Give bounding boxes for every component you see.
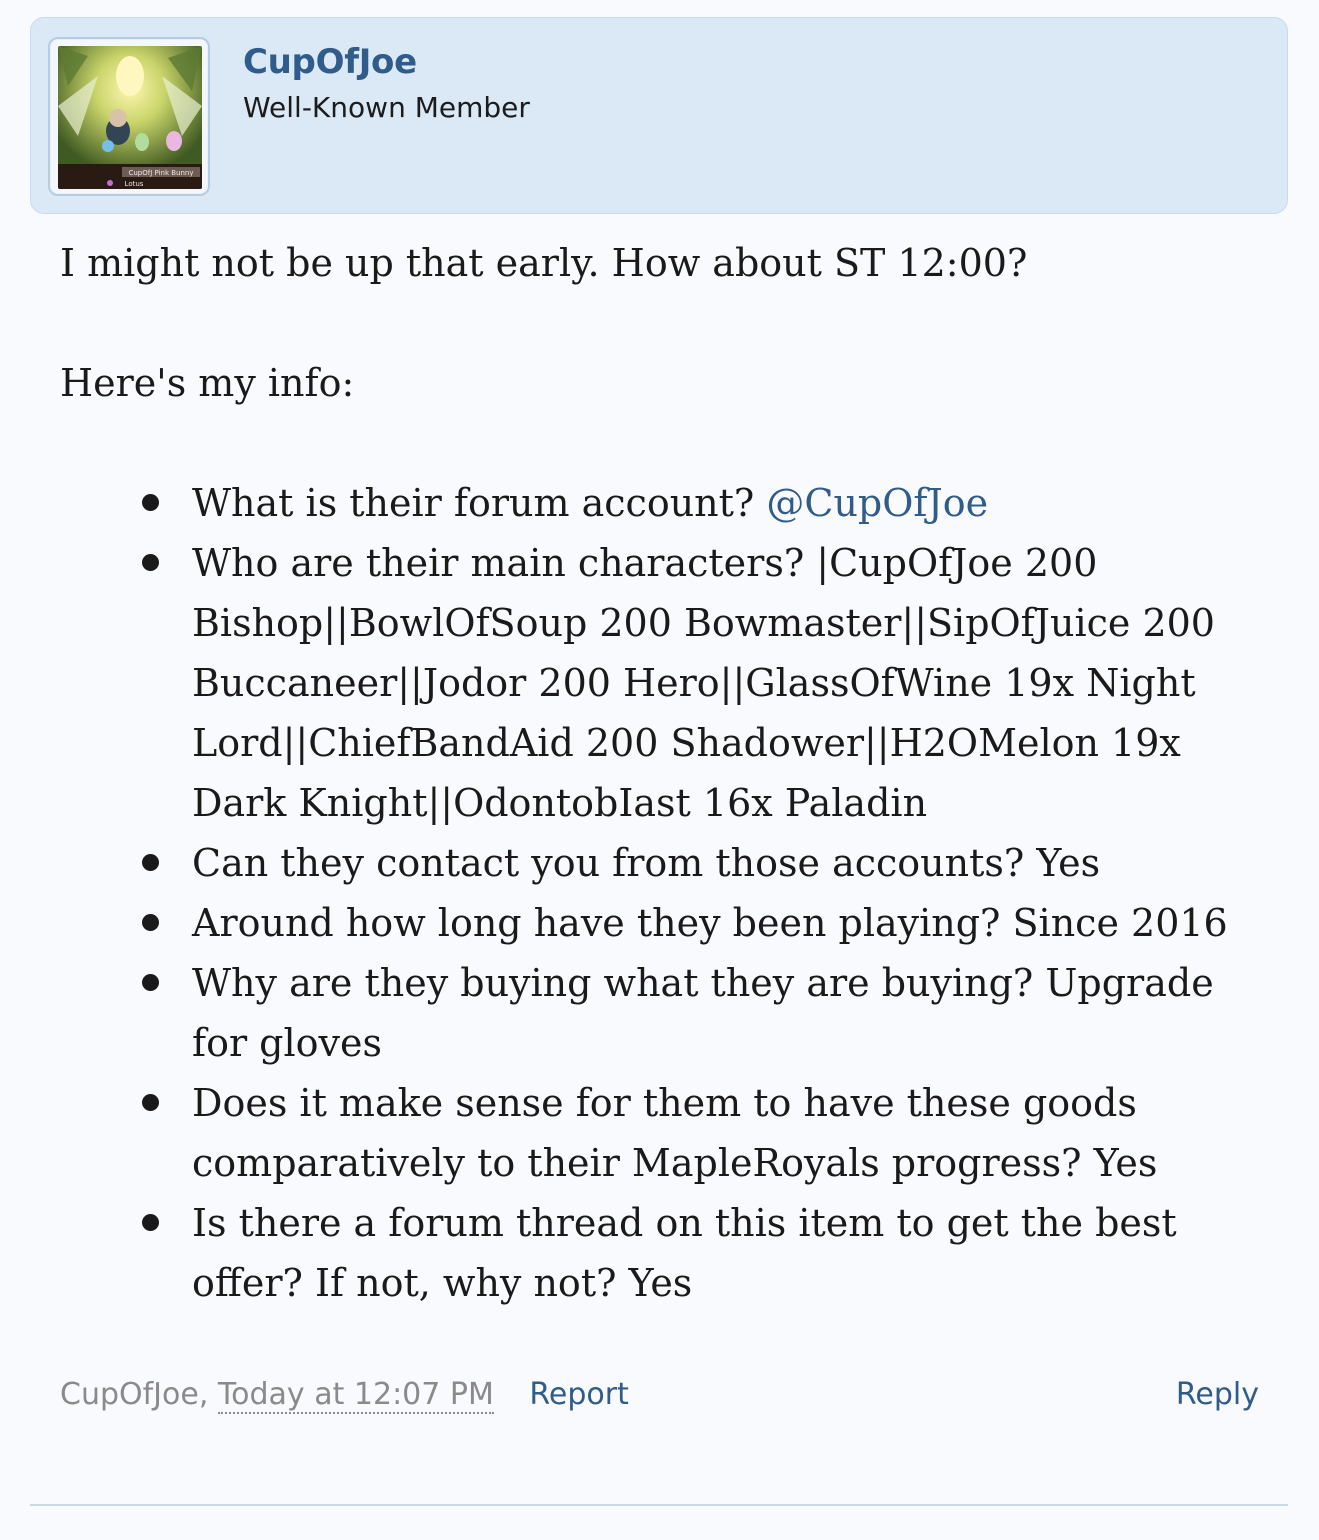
user-title: Well-Known Member: [243, 91, 530, 124]
list-item: What is their forum account? @CupOfJoe: [142, 473, 1260, 533]
list-item-text: What is their forum account?: [192, 481, 767, 525]
avatar-caption: CupOfJ Pink Bunny: [128, 169, 193, 177]
list-item: Who are their main characters? |CupOfJoe…: [142, 533, 1260, 833]
message-line: I might not be up that early. How about …: [60, 241, 1028, 285]
list-item-text: Who are their main characters? |CupOfJoe…: [192, 541, 1215, 825]
message-line: Here's my info:: [60, 361, 355, 405]
message-content: I might not be up that early. How about …: [60, 233, 1280, 1313]
bullet-icon: [142, 974, 159, 991]
message-meta: CupOfJoe, Today at 12:07 PM Report Reply: [60, 1377, 1259, 1421]
info-list: What is their forum account? @CupOfJoe W…: [60, 473, 1260, 1313]
list-item-text: Is there a forum thread on this item to …: [192, 1201, 1177, 1305]
reply-button[interactable]: Reply: [1176, 1377, 1259, 1412]
bullet-icon: [142, 554, 159, 571]
avatar[interactable]: CupOfJ Pink Bunny Lotus: [58, 46, 202, 189]
list-item: Does it make sense for them to have thes…: [142, 1073, 1260, 1193]
bullet-icon: [142, 1214, 159, 1231]
author-link[interactable]: CupOfJoe,: [60, 1377, 208, 1412]
username-link[interactable]: CupOfJoe: [243, 42, 417, 82]
list-item-text: Does it make sense for them to have thes…: [192, 1081, 1158, 1185]
report-button[interactable]: Report: [529, 1377, 628, 1412]
list-item: Is there a forum thread on this item to …: [142, 1193, 1260, 1313]
list-item-text: Why are they buying what they are buying…: [192, 961, 1214, 1065]
post-timestamp[interactable]: Today at 12:07 PM: [217, 1377, 494, 1414]
bullet-icon: [142, 494, 159, 511]
bullet-icon: [142, 1094, 159, 1111]
user-mention-link[interactable]: @CupOfJoe: [766, 481, 988, 525]
list-item-text: Around how long have they been playing? …: [192, 901, 1228, 945]
post-divider: [30, 1504, 1288, 1506]
bullet-icon: [142, 914, 159, 931]
message-user-info: CupOfJ Pink Bunny Lotus CupOfJoe Well-Kn…: [30, 17, 1288, 214]
bullet-icon: [142, 854, 159, 871]
avatar-guild: Lotus: [125, 180, 144, 188]
list-item: Around how long have they been playing? …: [142, 893, 1260, 953]
list-item: Can they contact you from those accounts…: [142, 833, 1260, 893]
list-item-text: Can they contact you from those accounts…: [192, 841, 1101, 885]
list-item: Why are they buying what they are buying…: [142, 953, 1260, 1073]
avatar-frame[interactable]: CupOfJ Pink Bunny Lotus: [48, 37, 210, 196]
